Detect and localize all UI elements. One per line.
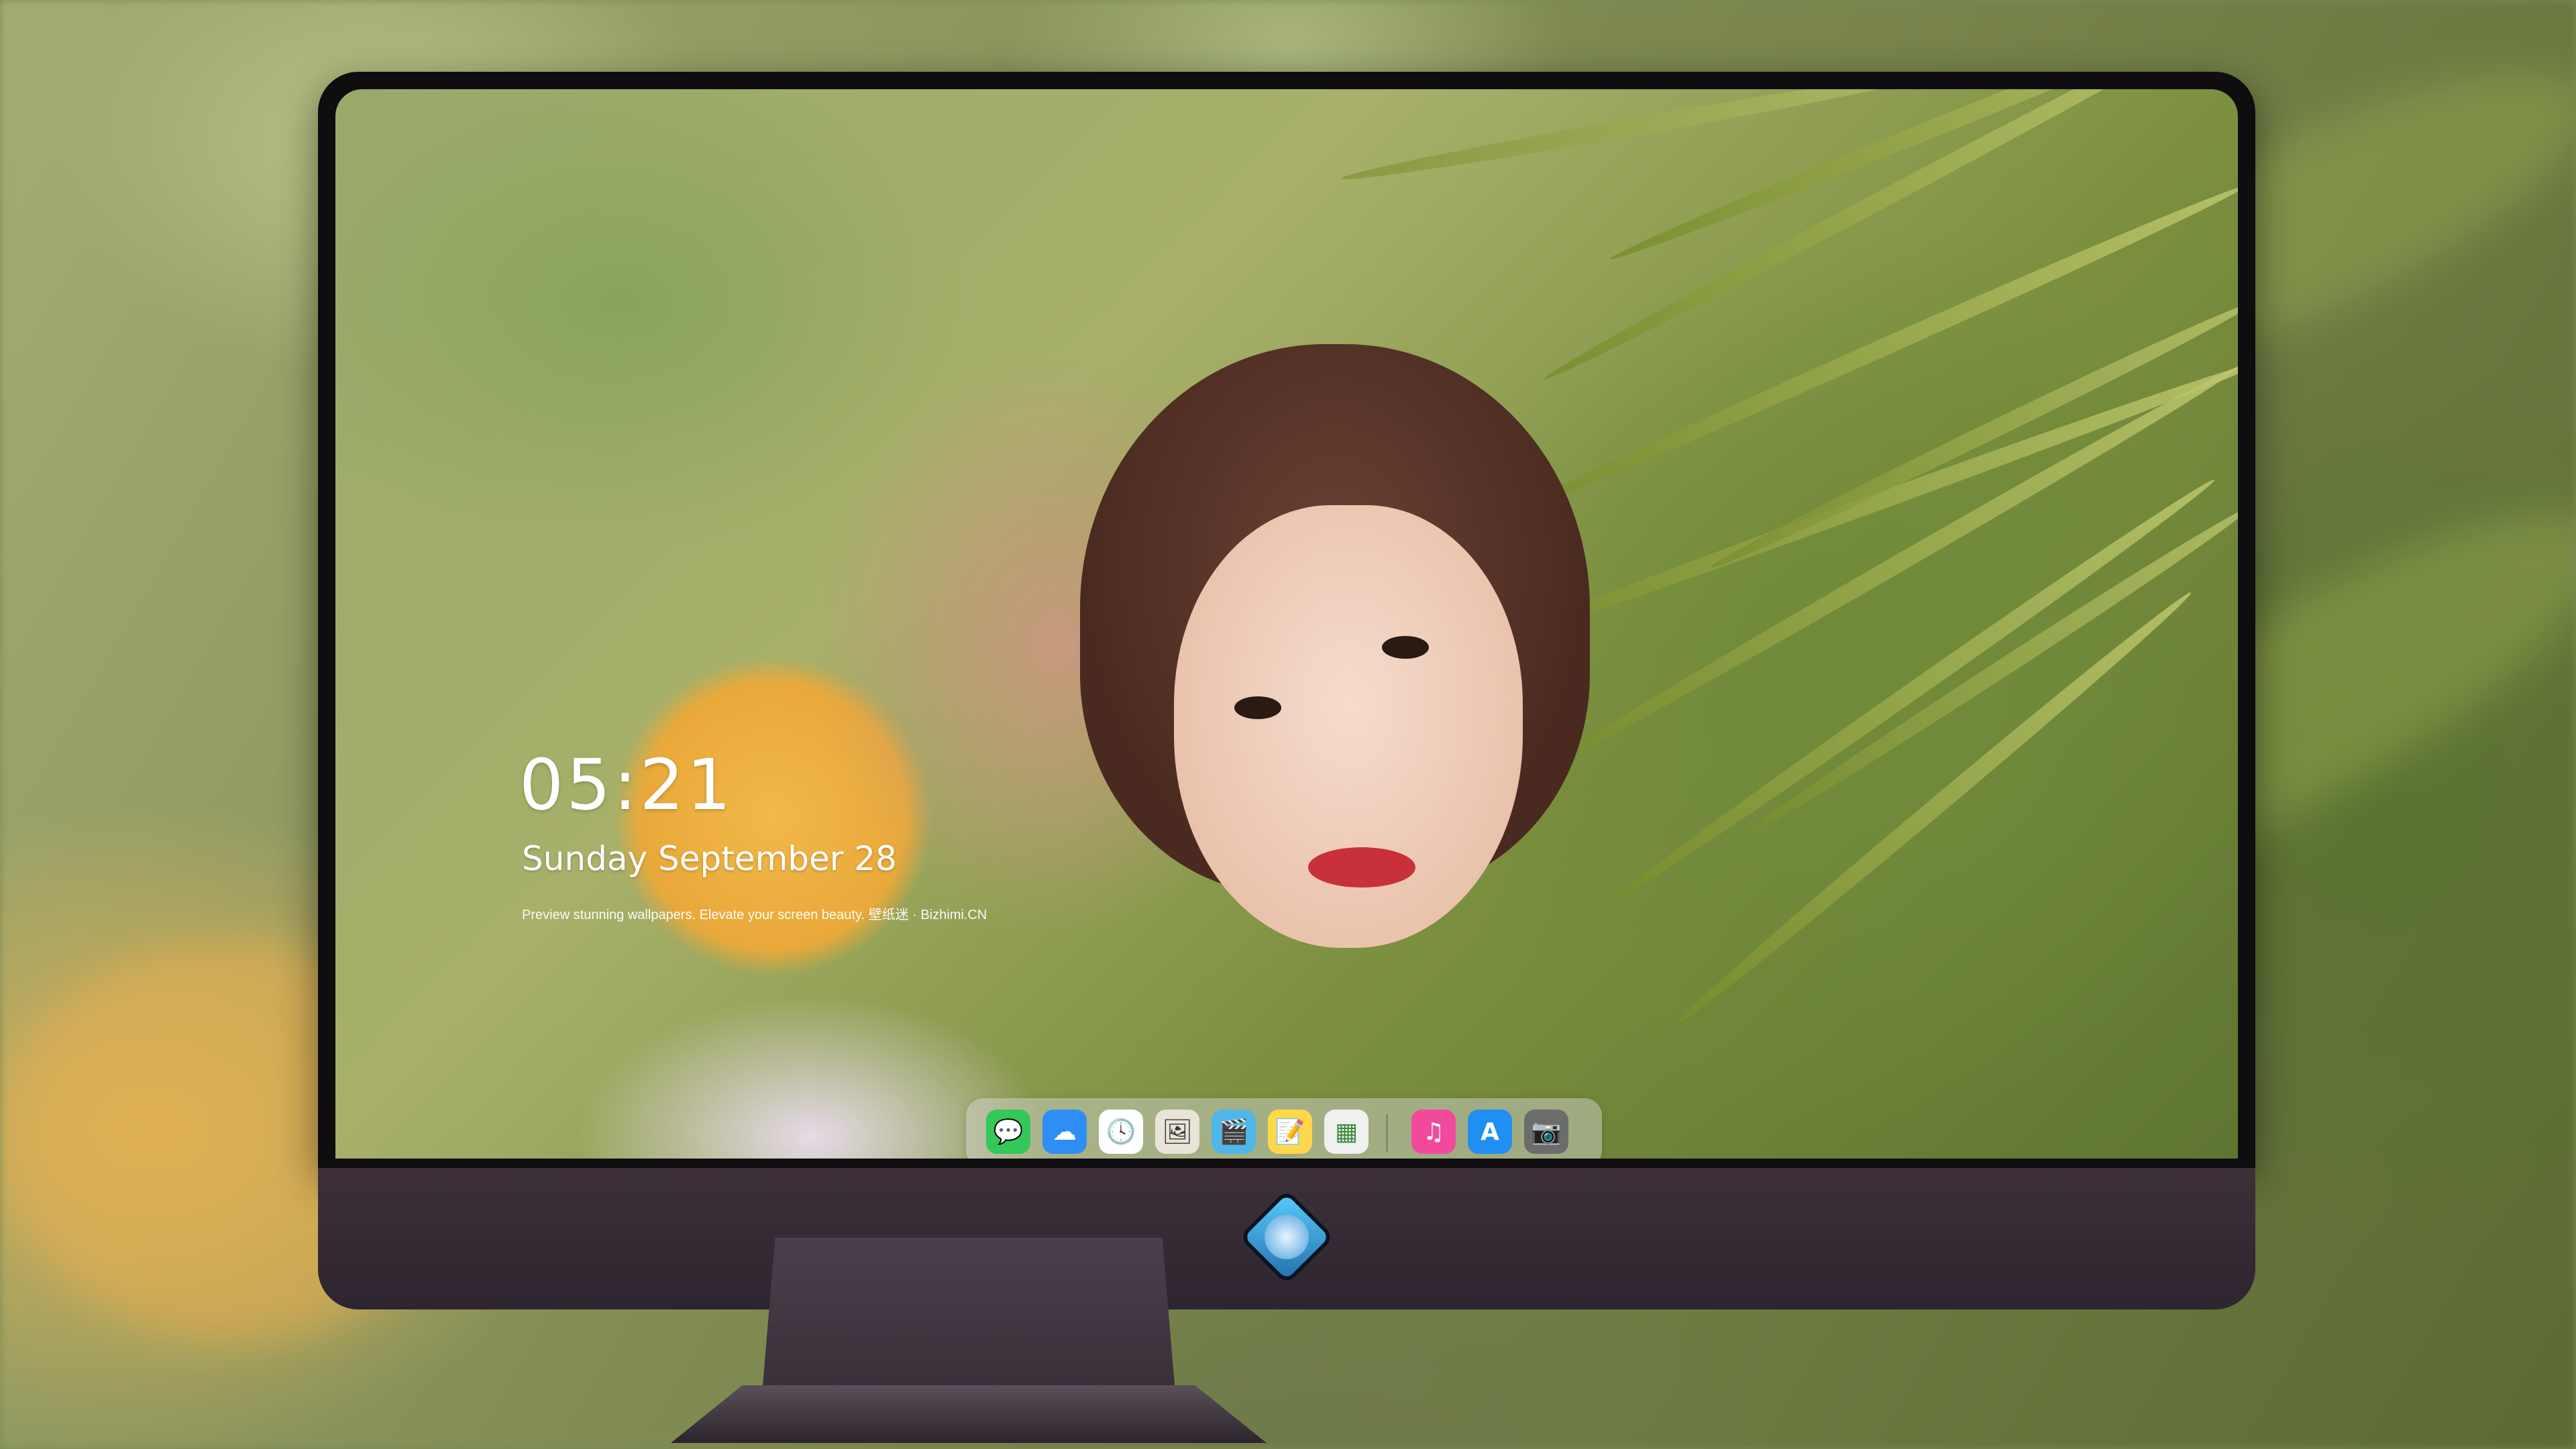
app-store-icon[interactable]: A — [1468, 1110, 1512, 1154]
monitor-stand-neck — [763, 1238, 1175, 1385]
preview-icon[interactable]: 🖼 — [1155, 1110, 1199, 1154]
photos-widget-icon[interactable]: ▦ — [1324, 1110, 1368, 1154]
dock: 💬 ☁ 🕓 🖼 🎬 📝 ▦ ♫ A 📷 — [966, 1098, 1602, 1159]
monitor-bezel: 05:21 Sunday September 28 Preview stunni… — [318, 72, 2255, 1168]
monitor-chin — [318, 1168, 2255, 1309]
monitor-stand-base — [671, 1385, 1267, 1443]
wallpaper — [335, 89, 2238, 1159]
lock-screen-tagline: Preview stunning wallpapers. Elevate you… — [522, 908, 987, 922]
imac-monitor: 05:21 Sunday September 28 Preview stunni… — [318, 72, 2255, 1309]
music-icon[interactable]: ♫ — [1411, 1110, 1456, 1154]
clips-icon[interactable]: 🎬 — [1212, 1110, 1256, 1154]
portrait-lips — [1308, 847, 1415, 888]
dock-separator — [1386, 1114, 1388, 1152]
lock-screen: 05:21 Sunday September 28 Preview stunni… — [335, 89, 2238, 1159]
messages-icon[interactable]: 💬 — [986, 1110, 1030, 1154]
notes-icon[interactable]: 📝 — [1268, 1110, 1312, 1154]
brand-logo-icon — [1238, 1188, 1336, 1286]
weather-icon[interactable]: ☁ — [1042, 1110, 1087, 1154]
lock-screen-date: Sunday September 28 — [522, 839, 897, 878]
camera-icon[interactable]: 📷 — [1524, 1110, 1568, 1154]
lock-screen-time: 05:21 — [519, 744, 734, 826]
clock-icon[interactable]: 🕓 — [1099, 1110, 1143, 1154]
